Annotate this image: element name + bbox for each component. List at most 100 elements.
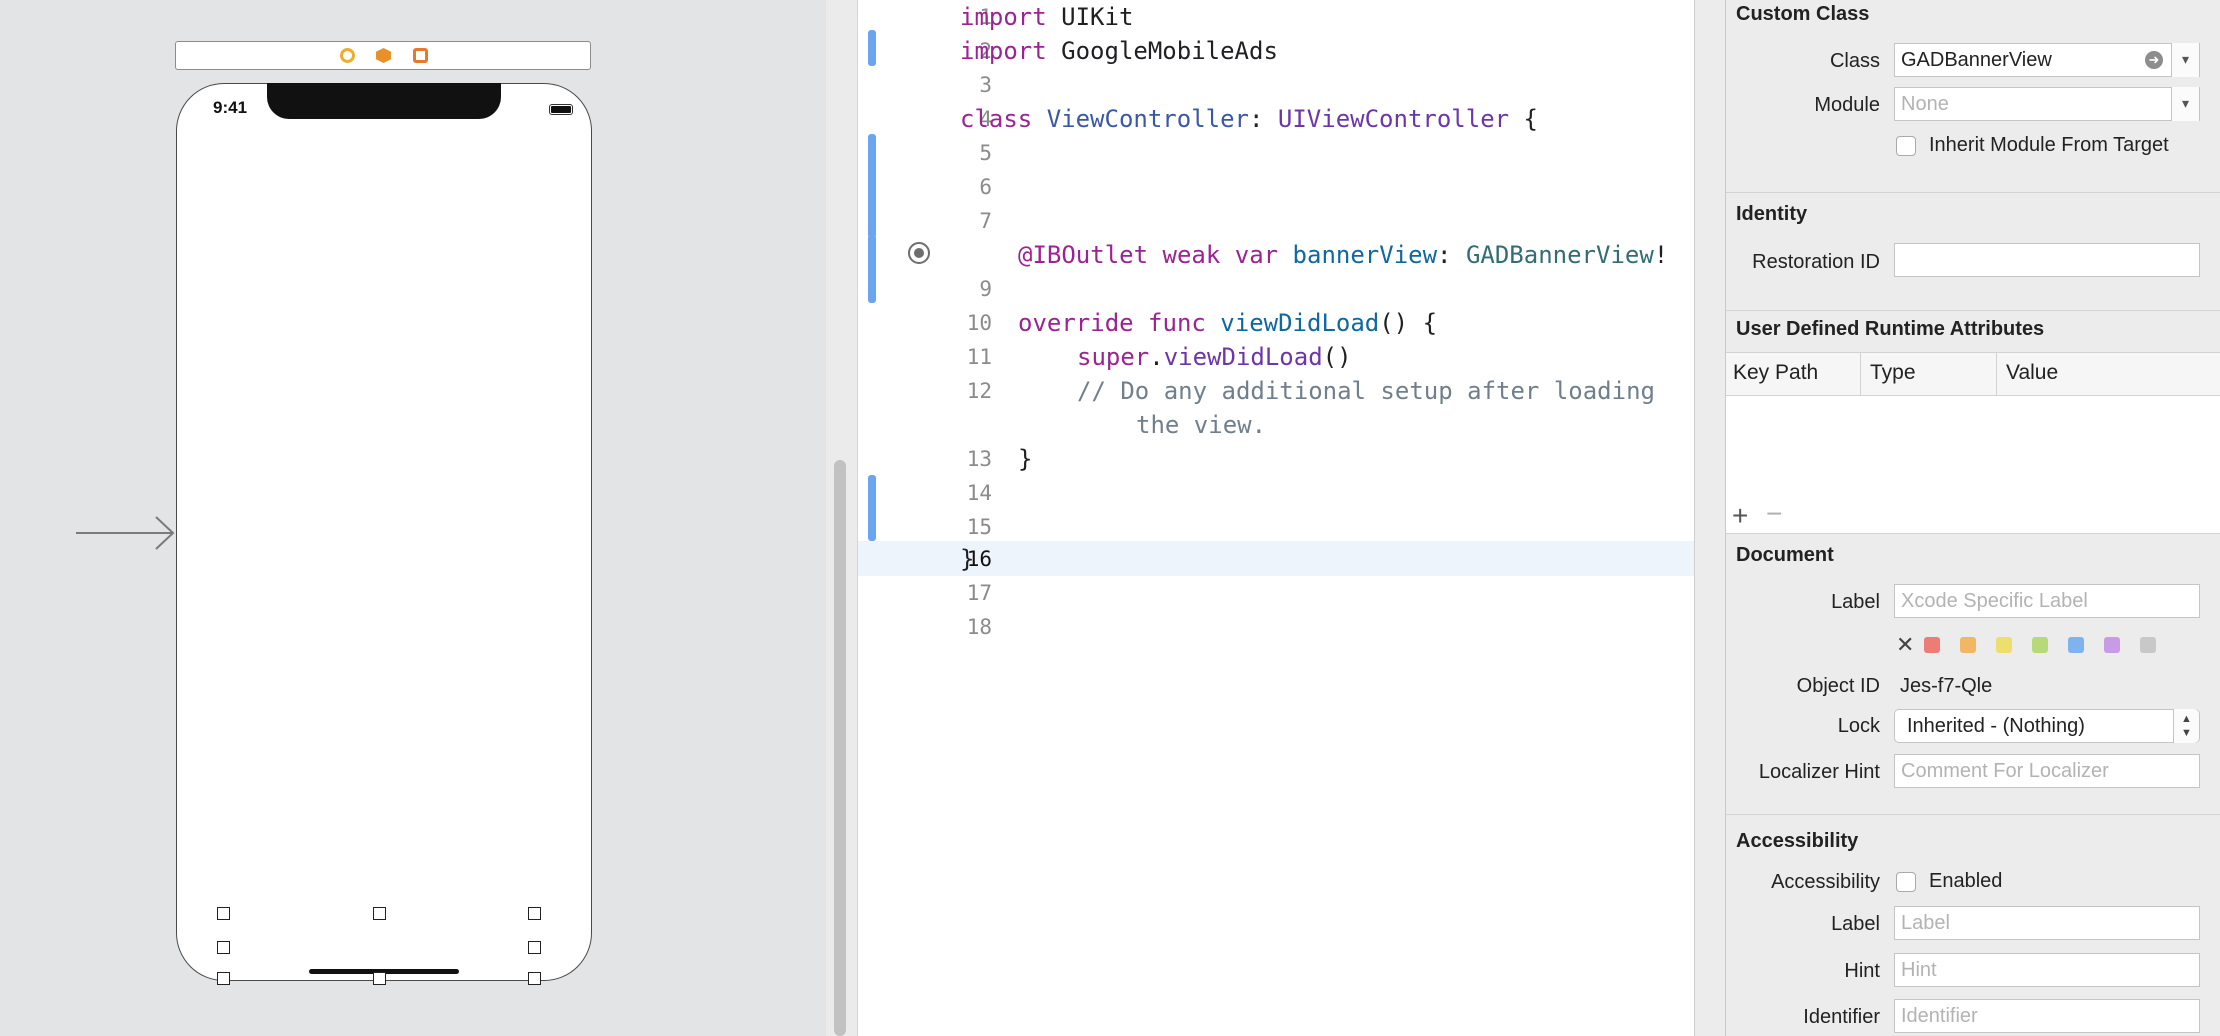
storyboard-canvas[interactable]: 9:41 <box>0 0 826 1036</box>
inherit-module-checkbox[interactable] <box>1896 136 1916 156</box>
resize-handle[interactable] <box>528 941 541 954</box>
comment-line[interactable]: the view. <box>1136 408 1266 442</box>
color-swatch-purple[interactable] <box>2104 637 2120 653</box>
change-bar[interactable] <box>868 30 876 66</box>
resize-handle[interactable] <box>217 941 230 954</box>
column-type[interactable]: Type <box>1870 361 1916 385</box>
add-attribute-button[interactable]: + <box>1732 502 1748 530</box>
exit-icon[interactable] <box>413 48 428 63</box>
code-line[interactable]: override func viewDidLoad() { <box>1018 306 1437 340</box>
go-to-class-icon[interactable]: ➜ <box>2145 51 2163 69</box>
function-name: viewDidLoad <box>1205 309 1380 337</box>
column-value[interactable]: Value <box>2006 361 2058 385</box>
color-swatch-gray[interactable] <box>2140 637 2156 653</box>
code-line[interactable]: class ViewController: UIViewController { <box>960 102 1538 136</box>
color-swatch-blue[interactable] <box>2068 637 2084 653</box>
change-bar[interactable] <box>868 475 876 541</box>
color-swatch-green[interactable] <box>2032 637 2048 653</box>
accessibility-label-field[interactable]: Label <box>1894 906 2200 940</box>
resize-handle[interactable] <box>373 972 386 985</box>
change-bar[interactable] <box>868 235 876 303</box>
accessibility-label: Accessibility <box>1771 871 1880 893</box>
color-swatch-red[interactable] <box>1924 637 1940 653</box>
code-line[interactable]: import UIKit <box>960 0 1133 34</box>
runtime-attributes-header: Key Path Type Value <box>1726 352 2220 396</box>
attribute: @IBOutlet <box>1018 241 1149 269</box>
resize-handle[interactable] <box>528 972 541 985</box>
runtime-attributes-table[interactable]: + − <box>1726 396 2220 534</box>
acc-label-label: Label <box>1831 913 1880 935</box>
class-name: ViewController <box>1032 105 1249 133</box>
xcode-label-field[interactable]: Xcode Specific Label <box>1894 584 2200 618</box>
scene-dock[interactable] <box>175 41 591 70</box>
type-name: GADBannerView <box>1465 241 1654 269</box>
code-line[interactable]: @IBOutlet weak var bannerView: GADBanner… <box>1018 238 1668 272</box>
keyword: weak var <box>1148 241 1279 269</box>
accessibility-enabled-checkbox[interactable] <box>1896 872 1916 892</box>
divider <box>1726 192 2220 193</box>
divider <box>1726 814 2220 815</box>
localizer-hint-field[interactable]: Comment For Localizer <box>1894 754 2200 788</box>
object-id-value: Jes-f7-Qle <box>1900 675 1993 697</box>
code-line[interactable]: } <box>1018 442 1032 476</box>
color-swatch-yellow[interactable] <box>1996 637 2012 653</box>
module-combo-box[interactable]: None ▾ <box>1894 87 2200 121</box>
acc-identifier-label: Identifier <box>1803 1006 1880 1028</box>
section-title-custom-class: Custom Class <box>1736 3 1870 25</box>
document-label-label: Label <box>1831 591 1880 613</box>
comment-line[interactable]: // Do any additional setup after loading <box>1077 374 1655 408</box>
resize-handle[interactable] <box>373 907 386 920</box>
variable-name: bannerView <box>1278 241 1438 269</box>
iphone-scene[interactable]: 9:41 <box>176 83 592 985</box>
function-name: viewDidLoad <box>1163 343 1323 371</box>
punctuation: : <box>1437 241 1466 269</box>
keyword: import <box>960 37 1047 65</box>
punctuation: () { <box>1379 309 1438 337</box>
assistant-code-editor[interactable]: 1 2 3 4 5 6 7 9 10 11 12 13 14 15 16 17 … <box>858 0 1694 1036</box>
code-line[interactable]: super.viewDidLoad() <box>1077 340 1352 374</box>
outlet-connected-icon[interactable] <box>908 242 930 264</box>
restoration-id-label: Restoration ID <box>1752 251 1880 273</box>
class-label: Class <box>1829 50 1880 72</box>
resize-handle[interactable] <box>217 907 230 920</box>
class-combo-box[interactable]: GADBannerView ➜ ▾ <box>1894 43 2200 77</box>
code-line[interactable]: } <box>960 542 974 576</box>
initial-view-controller-arrow-icon[interactable] <box>76 515 176 551</box>
acc-hint-label: Hint <box>1844 960 1880 982</box>
color-swatch-orange[interactable] <box>1960 637 1976 653</box>
column-key-path[interactable]: Key Path <box>1733 361 1818 385</box>
view-controller-icon[interactable] <box>340 48 355 63</box>
keyword: import <box>960 3 1047 31</box>
module-placeholder: None <box>1901 93 1949 115</box>
first-responder-icon[interactable] <box>376 48 391 63</box>
clear-color-button[interactable]: ✕ <box>1896 632 1914 658</box>
battery-icon <box>549 104 573 115</box>
accessibility-identifier-field[interactable]: Identifier <box>1894 999 2200 1033</box>
chevron-down-icon[interactable]: ▾ <box>2171 87 2199 121</box>
column-divider <box>1860 353 1861 395</box>
line-number: 14 <box>966 481 992 505</box>
change-bar[interactable] <box>868 134 876 238</box>
line-number: 7 <box>979 209 992 233</box>
lock-popup-button[interactable]: Inherited - (Nothing) ▲ ▼ <box>1894 709 2200 743</box>
punctuation: ! <box>1653 241 1669 269</box>
scrollbar-thumb[interactable] <box>834 460 846 1036</box>
status-time: 9:41 <box>213 98 248 117</box>
remove-attribute-button[interactable]: − <box>1766 500 1782 528</box>
restoration-id-field[interactable] <box>1894 243 2200 277</box>
punctuation: () <box>1322 343 1352 371</box>
accessibility-hint-field[interactable]: Hint <box>1894 953 2200 987</box>
up-down-chevron-icon: ▲ ▼ <box>2173 709 2199 743</box>
line-number: 12 <box>966 379 992 403</box>
line-number-active: 16 <box>966 547 992 571</box>
column-divider <box>1996 353 1997 395</box>
line-number: 3 <box>979 73 992 97</box>
line-number: 17 <box>966 581 992 605</box>
code-line[interactable]: import GoogleMobileAds <box>960 34 1278 68</box>
punctuation: . <box>1149 343 1164 371</box>
line-number: 18 <box>966 615 992 639</box>
resize-handle[interactable] <box>217 972 230 985</box>
keyword: class <box>960 105 1033 133</box>
resize-handle[interactable] <box>528 907 541 920</box>
chevron-down-icon[interactable]: ▾ <box>2171 43 2199 77</box>
